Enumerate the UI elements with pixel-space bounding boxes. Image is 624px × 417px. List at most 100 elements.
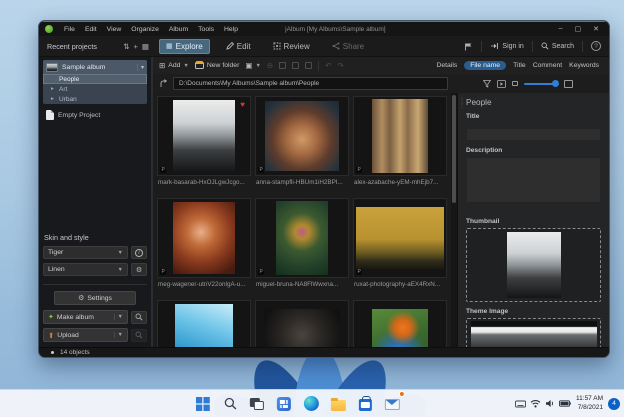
grid-view-icon[interactable]: ▦ — [142, 42, 149, 51]
tree-item-urban[interactable]: ► Urban — [43, 94, 147, 104]
feedback-flag-icon[interactable] — [464, 42, 473, 51]
tree-item-art[interactable]: ► Art — [43, 84, 147, 94]
description-textarea[interactable] — [466, 157, 601, 203]
grid-item-3[interactable]: P alex-azabache-yEM-mhEjb7... — [353, 96, 447, 196]
tab-explore[interactable]: ▦ Explore — [159, 39, 210, 54]
scrollbar-thumb[interactable] — [452, 95, 456, 203]
favorite-heart-icon[interactable]: ♥ — [240, 100, 245, 109]
photo-red-haired-woman[interactable] — [173, 202, 235, 274]
menu-album[interactable]: Album — [164, 26, 193, 33]
close-button[interactable]: ✕ — [593, 25, 599, 33]
thumbnail-size-slider[interactable] — [524, 83, 558, 85]
photo-man-in-dark[interactable] — [264, 309, 340, 347]
view-mode-comment[interactable]: Comment — [533, 62, 562, 69]
mail-button[interactable] — [382, 394, 402, 414]
pencil-icon — [226, 42, 234, 50]
add-button[interactable]: ⊞ Add ▼ — [159, 61, 189, 70]
menu-tools[interactable]: Tools — [193, 26, 219, 33]
photo-woman-colorful-dress[interactable] — [276, 201, 328, 275]
taskbar-search-button[interactable] — [220, 394, 240, 414]
help-button[interactable]: ? — [591, 41, 601, 51]
expand-triangle-icon[interactable]: ► — [50, 86, 56, 92]
view-mode-details[interactable]: Details — [436, 62, 457, 69]
view-mode-title[interactable]: Title — [513, 62, 526, 69]
notification-count-badge[interactable]: 4 — [608, 398, 620, 410]
new-folder-button[interactable]: New folder — [195, 62, 240, 69]
slider-knob[interactable] — [552, 80, 559, 87]
sign-in-button[interactable]: Sign in — [490, 42, 523, 50]
start-button[interactable] — [193, 394, 213, 414]
grid-item-5[interactable]: P miguel-bruna-NA8FlWwxna... — [255, 198, 349, 298]
tree-item-empty-project[interactable]: Empty Project — [43, 108, 147, 122]
skin-dropdown[interactable]: Tiger ▼ — [43, 246, 128, 259]
insert-image-button[interactable]: ▣ ▼ — [245, 61, 261, 70]
view-mode-keywords[interactable]: Keywords — [569, 62, 599, 69]
tab-review[interactable]: Review — [267, 40, 316, 53]
search-button[interactable]: Search — [541, 42, 574, 50]
photo-grid: P ♥ mark-basarab-HxOJLgwJcgo... P anna-s… — [153, 93, 451, 347]
photo-people-on-mountain-rocks[interactable] — [173, 100, 235, 172]
minimize-button[interactable]: – — [559, 25, 563, 33]
up-level-icon[interactable] — [159, 79, 168, 88]
tree-item-sample-album[interactable]: Sample album ▾ — [43, 60, 147, 74]
settings-button[interactable]: ⚙ Settings — [54, 291, 136, 305]
photo-orange-hair-woman[interactable] — [372, 309, 428, 347]
photo-person-among-columns[interactable] — [372, 99, 428, 173]
chevron-down-icon[interactable]: ▼ — [114, 314, 123, 320]
chevron-down-icon: ▼ — [118, 267, 123, 273]
menu-organize[interactable]: Organize — [126, 26, 164, 33]
photo-underwater-swimmer[interactable] — [175, 304, 233, 347]
address-path-input[interactable]: D:\Documents\My Albums\Sample album\Peop… — [173, 77, 448, 90]
task-view-button[interactable] — [247, 394, 267, 414]
expand-triangle-icon[interactable]: ► — [50, 96, 56, 102]
tab-edit[interactable]: Edit — [220, 40, 257, 53]
maximize-button[interactable]: ▢ — [575, 25, 582, 33]
view-mode-file-name[interactable]: File name — [464, 61, 506, 70]
preview-search-button[interactable] — [131, 311, 147, 324]
grid-item-9[interactable] — [353, 300, 447, 347]
edge-button[interactable] — [301, 394, 321, 414]
skin-info-button[interactable]: i — [131, 246, 147, 259]
make-album-button[interactable]: ✦ Make album ▼ — [43, 310, 128, 324]
sort-icon[interactable]: ⇅ — [123, 42, 129, 51]
grid-item-8[interactable] — [255, 300, 349, 347]
title-input[interactable] — [466, 128, 601, 141]
slideshow-icon[interactable] — [497, 80, 506, 88]
add-project-icon[interactable]: + — [134, 42, 138, 51]
people-flag-badge: P — [356, 167, 362, 173]
grid-item-2[interactable]: P anna-stampfli-HBUm1iH2BPI... — [255, 96, 349, 196]
album-name: Sample album — [62, 64, 133, 71]
filter-funnel-icon[interactable] — [483, 80, 491, 88]
file-explorer-button[interactable] — [328, 394, 348, 414]
photo-smiling-child[interactable] — [265, 101, 339, 171]
theme-image-dropzone[interactable] — [466, 318, 601, 347]
store-button[interactable] — [355, 394, 375, 414]
style-settings-button[interactable]: ⚙ — [131, 263, 147, 276]
grid-item-4[interactable]: P meg-wagener-utnV22onlgA-u... — [157, 198, 251, 298]
widgets-button[interactable] — [274, 394, 294, 414]
photo-cyclists-yellow-wall[interactable] — [356, 207, 444, 269]
menu-edit[interactable]: Edit — [80, 26, 102, 33]
grid-item-6[interactable]: P ruxat-photography-aEX4RxN... — [353, 198, 447, 298]
people-flag-badge: P — [160, 167, 166, 173]
tree-item-people[interactable]: People — [43, 74, 147, 84]
menu-view[interactable]: View — [102, 26, 127, 33]
volume-icon[interactable] — [545, 399, 555, 408]
chevron-down-icon[interactable]: ▾ — [137, 64, 144, 71]
grid-item-7[interactable] — [157, 300, 251, 347]
battery-icon[interactable] — [559, 400, 571, 407]
wifi-icon[interactable] — [530, 399, 541, 408]
menu-file[interactable]: File — [59, 26, 80, 33]
panel-drag-handle[interactable]: ⋮⋮ — [459, 99, 465, 109]
grid-item-1[interactable]: P ♥ mark-basarab-HxOJLgwJcgo... — [157, 96, 251, 196]
taskbar-clock[interactable]: 11:57 AM 7/8/2021 — [576, 395, 603, 413]
upload-button[interactable]: ⬆ Upload ▼ — [43, 328, 128, 342]
tab-share[interactable]: Share — [326, 40, 370, 53]
menu-help[interactable]: Help — [219, 26, 243, 33]
touch-keyboard-icon[interactable] — [515, 400, 526, 408]
chevron-down-icon[interactable]: ▼ — [114, 332, 123, 338]
thumbnail-dropzone[interactable] — [466, 228, 601, 302]
upload-preview-button-disabled — [131, 329, 147, 342]
style-dropdown[interactable]: Linen ▼ — [43, 263, 128, 276]
window-title: jAlbum [My Albums\Sample album] — [285, 26, 385, 33]
